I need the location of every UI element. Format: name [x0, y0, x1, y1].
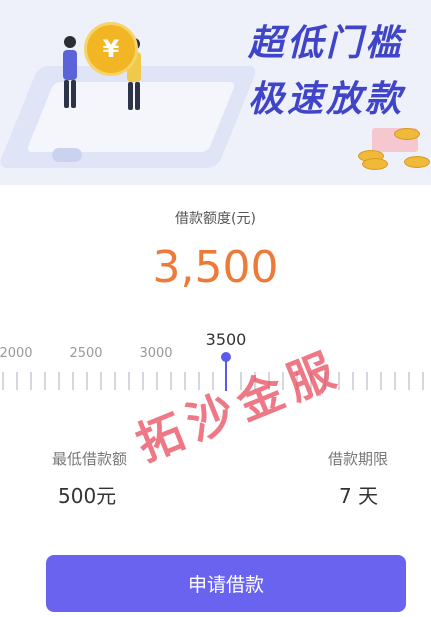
slider-tick — [86, 372, 88, 390]
slider-tick — [394, 372, 396, 390]
slider-tick — [44, 372, 46, 390]
slider-tick-label: 3000 — [139, 346, 173, 361]
slider-tick — [324, 372, 326, 390]
slider-tick — [198, 372, 200, 390]
slider-tick — [142, 372, 144, 390]
slogan-line-1: 超低门槛 — [248, 23, 405, 64]
slider-tick — [380, 372, 382, 390]
promo-banner: ¥ 超低门槛 极速放款 — [0, 0, 431, 185]
phone-home-button — [52, 148, 82, 162]
min-amount-label: 最低借款额 — [52, 450, 128, 468]
slider-tick — [338, 372, 340, 390]
slider-tick — [128, 372, 130, 390]
loan-amount-value: 3,500 — [152, 242, 279, 293]
yen-coin-icon: ¥ — [84, 22, 138, 76]
slider-tick — [282, 372, 284, 390]
slider-tick — [184, 372, 186, 390]
slider-tick-label: 2000 — [0, 346, 33, 361]
slider-tick — [30, 372, 32, 390]
slider-tick — [366, 372, 368, 390]
loan-term-value: 7 天 — [339, 484, 379, 508]
slider-tick — [212, 372, 214, 390]
apply-loan-button[interactable]: 申请借款 — [46, 555, 406, 612]
slider-tick — [240, 372, 242, 390]
amount-slider[interactable]: 2000 2500 3000 3500 — [0, 330, 431, 400]
loan-amount-label: 借款额度(元) — [175, 211, 256, 227]
slider-tick — [2, 372, 4, 390]
slider-tick — [408, 372, 410, 390]
slider-tick — [310, 372, 312, 390]
slider-tick — [114, 372, 116, 390]
slider-tick — [268, 372, 270, 390]
slider-tick — [58, 372, 60, 390]
slider-tick — [100, 372, 102, 390]
slider-tick — [254, 372, 256, 390]
slider-tick-label: 2500 — [69, 346, 103, 361]
slogan-line-2: 极速放款 — [248, 79, 405, 120]
slider-tick — [72, 372, 74, 390]
slider-current-value: 3500 — [205, 330, 247, 349]
slider-tick — [422, 372, 424, 390]
min-amount-value: 500元 — [58, 484, 117, 508]
slider-tick — [170, 372, 172, 390]
loan-term-label: 借款期限 — [328, 450, 389, 468]
slider-tick — [16, 372, 18, 390]
slider-tick — [352, 372, 354, 390]
slider-tick — [296, 372, 298, 390]
slider-indicator — [225, 358, 227, 391]
slider-tick — [156, 372, 158, 390]
